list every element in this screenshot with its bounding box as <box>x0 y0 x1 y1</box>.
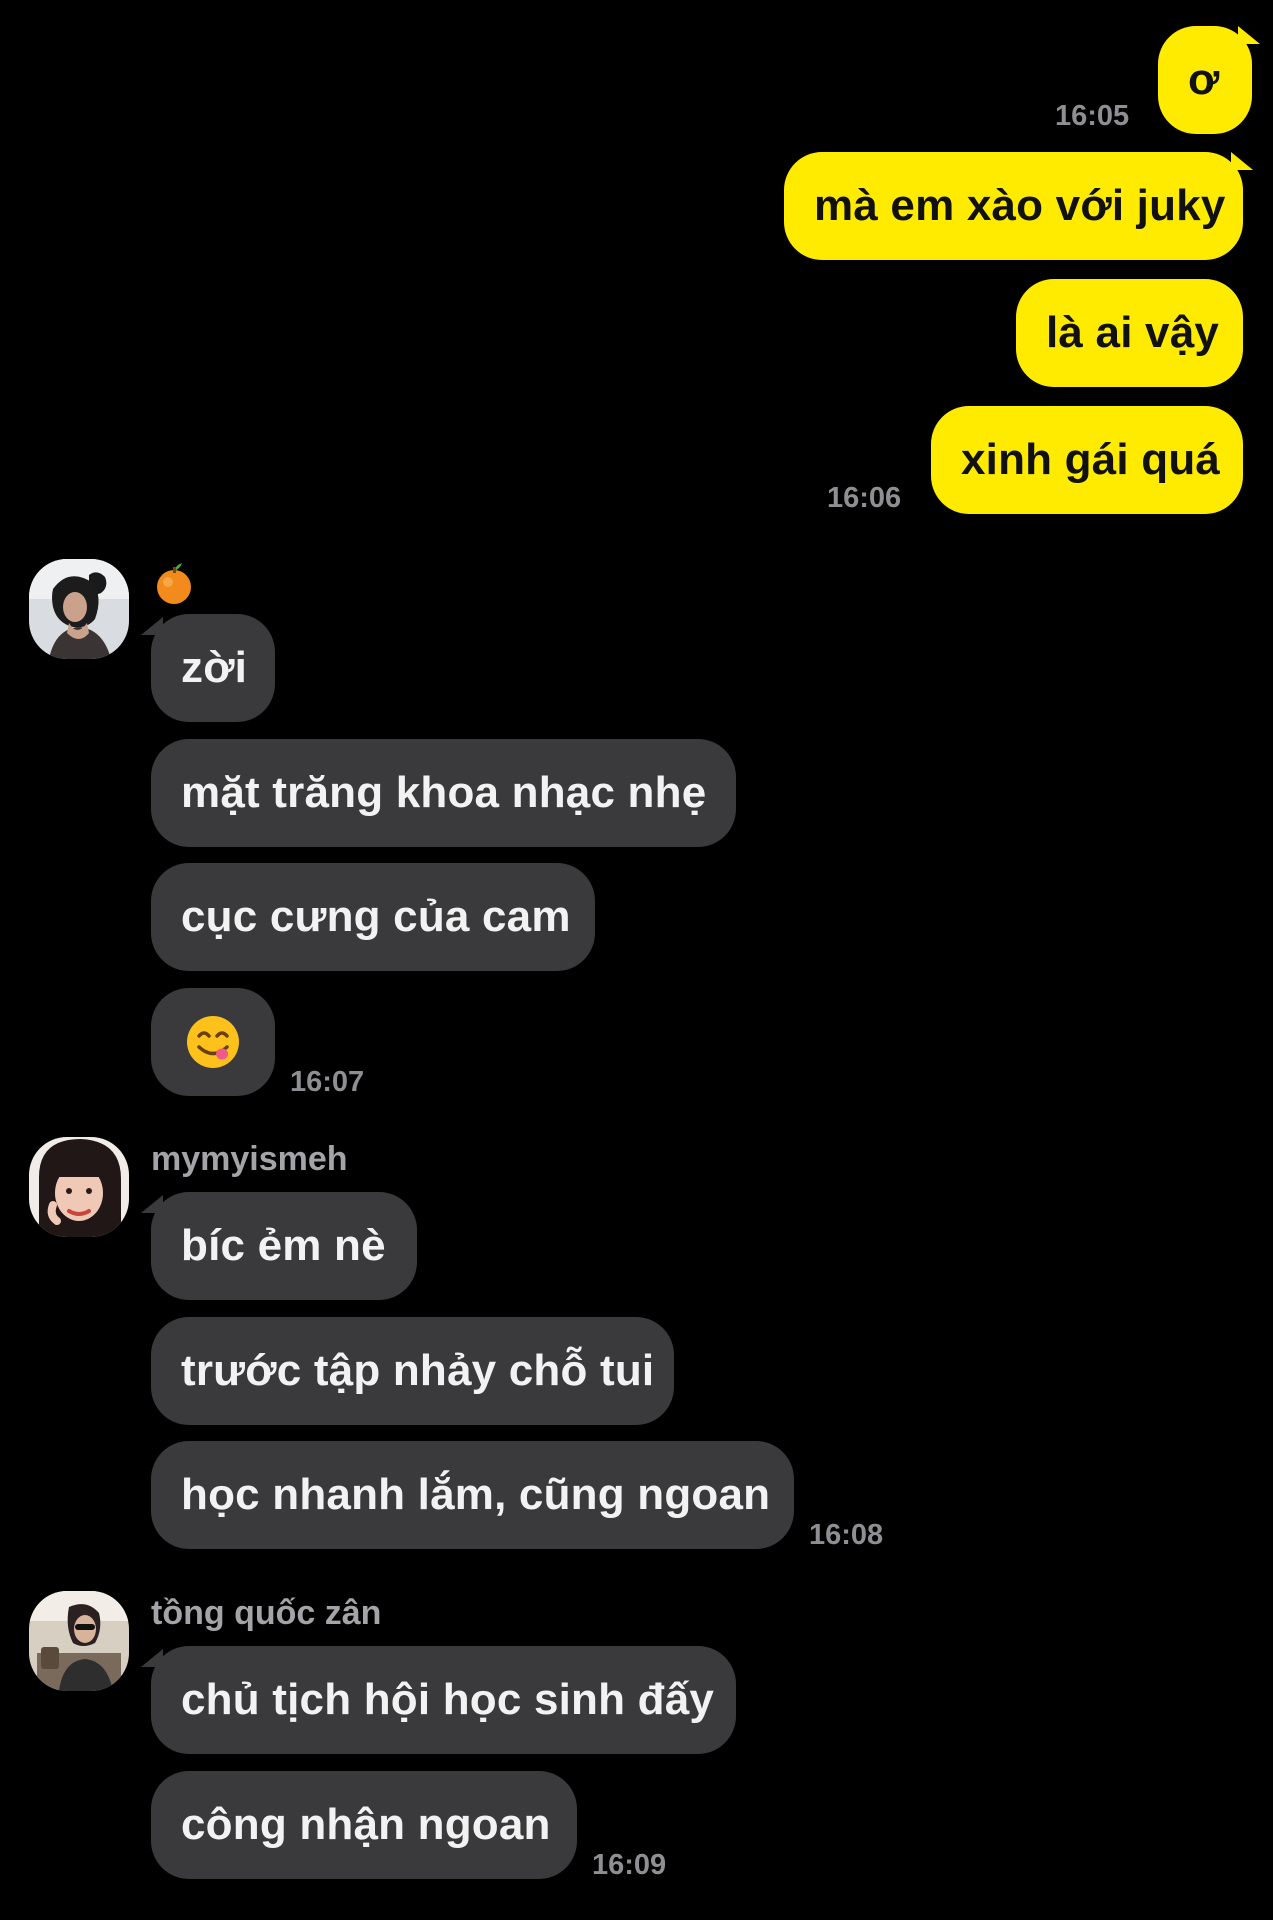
bubble-tail <box>141 1649 163 1667</box>
message-text: chủ tịch hội học sinh đấy <box>181 1675 715 1724</box>
incoming-message[interactable]: mặt trăng khoa nhạc nhẹ <box>151 739 736 847</box>
bubble-tail <box>141 1195 163 1213</box>
outgoing-message[interactable]: xinh gái quá <box>931 406 1243 514</box>
avatar[interactable] <box>29 559 129 659</box>
incoming-message[interactable]: công nhận ngoan <box>151 1771 577 1879</box>
incoming-message[interactable]: chủ tịch hội học sinh đấy <box>151 1646 736 1754</box>
avatar[interactable] <box>29 1137 129 1237</box>
chat-thread[interactable]: ơ 16:05 mà em xào với juky là ai vậy xin… <box>0 0 1273 1920</box>
avatar[interactable] <box>29 1591 129 1691</box>
message-text: xinh gái quá <box>961 435 1221 484</box>
avatar-image <box>29 1591 129 1691</box>
incoming-message[interactable] <box>151 988 275 1096</box>
avatar-image <box>29 559 129 659</box>
message-text: bíc ẻm nè <box>181 1221 386 1270</box>
message-timestamp: 16:05 <box>1055 100 1130 132</box>
message-text: zời <box>181 643 248 692</box>
message-text: ơ <box>1188 55 1220 104</box>
sender-name: tồng quốc zân <box>151 1594 382 1632</box>
message-text: mà em xào với juky <box>814 181 1226 230</box>
orange-icon <box>154 561 194 605</box>
message-text: trước tập nhảy chỗ tui <box>181 1346 655 1395</box>
message-text: công nhận ngoan <box>181 1800 551 1849</box>
incoming-message[interactable]: zời <box>151 614 275 722</box>
bubble-tail <box>1231 152 1253 170</box>
sender-name: mymyismeh <box>151 1140 348 1178</box>
bubble-tail <box>141 617 163 635</box>
incoming-message[interactable]: bíc ẻm nè <box>151 1192 417 1300</box>
incoming-message[interactable]: học nhanh lắm, cũng ngoan <box>151 1441 794 1549</box>
outgoing-message[interactable]: mà em xào với juky <box>784 152 1243 260</box>
message-text: cục cưng của cam <box>181 892 571 941</box>
message-text: là ai vậy <box>1046 308 1220 357</box>
message-text: học nhanh lắm, cũng ngoan <box>181 1470 771 1519</box>
message-text: mặt trăng khoa nhạc nhẹ <box>181 768 707 817</box>
message-timestamp: 16:06 <box>827 482 902 514</box>
bubble-tail <box>1238 26 1260 44</box>
outgoing-message[interactable]: là ai vậy <box>1016 279 1243 387</box>
message-timestamp: 16:08 <box>809 1519 884 1551</box>
yum-face-emoji <box>187 1016 239 1068</box>
incoming-message[interactable]: trước tập nhảy chỗ tui <box>151 1317 674 1425</box>
message-timestamp: 16:09 <box>592 1849 667 1881</box>
message-timestamp: 16:07 <box>290 1066 365 1098</box>
incoming-message[interactable]: cục cưng của cam <box>151 863 595 971</box>
avatar-image <box>29 1137 129 1237</box>
